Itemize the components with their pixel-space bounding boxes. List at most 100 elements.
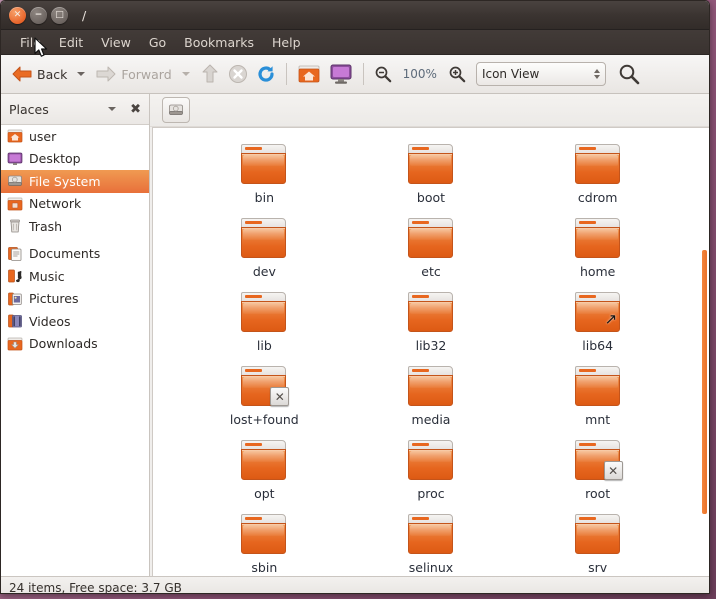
close-icon: ✕ — [13, 9, 22, 20]
path-button-root[interactable] — [162, 97, 190, 123]
downloads-icon — [7, 336, 23, 352]
file-item-label: home — [579, 264, 616, 279]
file-item[interactable]: home — [514, 212, 681, 279]
sidebar-item-documents[interactable]: Documents — [1, 243, 149, 266]
forward-button[interactable]: Forward — [91, 61, 175, 87]
zoom-in-button[interactable] — [444, 62, 470, 86]
file-item[interactable]: lib — [181, 286, 348, 353]
file-item[interactable]: dev — [181, 212, 348, 279]
file-item[interactable]: mnt — [514, 360, 681, 427]
status-text: 24 items, Free space: 3.7 GB — [9, 581, 182, 594]
title-bar: ✕ − □ / — [1, 1, 709, 30]
back-label: Back — [37, 66, 68, 82]
documents-icon — [7, 246, 23, 262]
trash-icon — [7, 218, 23, 234]
file-item-label: selinux — [408, 560, 454, 575]
home-button[interactable] — [293, 60, 325, 88]
sidebar-item-user[interactable]: user — [1, 125, 149, 148]
toolbar-separator-2 — [362, 63, 364, 85]
file-item-label: proc — [417, 486, 445, 501]
menu-file[interactable]: File — [11, 33, 50, 52]
unreadable-emblem-icon: ✕ — [603, 461, 623, 480]
computer-button[interactable] — [325, 60, 357, 88]
reload-icon — [258, 66, 274, 82]
stop-button[interactable] — [224, 61, 252, 87]
minimize-window-button[interactable]: − — [30, 6, 47, 24]
stop-icon — [228, 65, 247, 83]
file-item-label: boot — [416, 190, 446, 205]
file-item[interactable]: cdrom — [514, 138, 681, 205]
sidebar-item-label: Videos — [29, 313, 71, 329]
forward-label: Forward — [121, 66, 172, 82]
menu-go[interactable]: Go — [140, 33, 175, 52]
search-icon — [619, 64, 640, 85]
view-mode-label: Icon View — [481, 67, 540, 81]
sidebar-item-desktop[interactable]: Desktop — [1, 148, 149, 171]
back-button[interactable]: Back — [7, 61, 71, 87]
close-window-button[interactable]: ✕ — [9, 6, 26, 24]
sidebar-item-network[interactable]: Network — [1, 193, 149, 216]
sidebar-item-label: Downloads — [29, 336, 98, 352]
pictures-icon — [7, 291, 23, 307]
menu-help[interactable]: Help — [263, 33, 310, 52]
file-item[interactable]: boot — [348, 138, 515, 205]
places-title: Places — [9, 101, 49, 117]
folder-icon — [407, 216, 455, 261]
drive-harddisk-icon — [169, 104, 183, 115]
menu-edit[interactable]: Edit — [50, 33, 92, 52]
sidebar-item-music[interactable]: Music — [1, 265, 149, 288]
sidebar-item-pictures[interactable]: Pictures — [1, 288, 149, 311]
file-item[interactable]: proc — [348, 434, 515, 501]
sidebar-item-videos[interactable]: Videos — [1, 310, 149, 333]
file-item[interactable]: srv — [514, 508, 681, 575]
file-item[interactable]: opt — [181, 434, 348, 501]
folder-icon — [407, 142, 455, 187]
vertical-scrollbar[interactable] — [702, 250, 707, 514]
menu-view[interactable]: View — [92, 33, 140, 52]
sidebar-item-label: user — [29, 128, 57, 144]
search-button[interactable] — [614, 60, 644, 88]
close-sidebar-icon[interactable]: ✖ — [130, 103, 141, 116]
home-folder-icon — [7, 128, 23, 144]
reload-button[interactable] — [252, 61, 280, 87]
toolbar: Back Forward 100% Icon View — [1, 55, 709, 94]
file-item[interactable]: media — [348, 360, 515, 427]
sidebar-item-label: Desktop — [29, 151, 81, 167]
file-item[interactable]: bin — [181, 138, 348, 205]
file-item[interactable]: etc — [348, 212, 515, 279]
sidebar-item-label: Documents — [29, 246, 101, 262]
sidebar-item-file-system[interactable]: File System — [1, 170, 149, 193]
back-history-dropdown[interactable] — [77, 72, 86, 76]
file-item-label: sbin — [251, 560, 278, 575]
sidebar-item-downloads[interactable]: Downloads — [1, 333, 149, 356]
sidebar-item-label: Network — [29, 196, 82, 212]
sidebar-item-trash[interactable]: Trash — [1, 215, 149, 238]
file-item[interactable]: lib32 — [348, 286, 515, 353]
file-item[interactable]: ✕ root — [514, 434, 681, 501]
menu-bookmarks[interactable]: Bookmarks — [175, 33, 263, 52]
forward-history-dropdown[interactable] — [181, 72, 190, 76]
toolbar-separator-1 — [285, 63, 287, 85]
folder-icon — [407, 512, 455, 557]
folder-icon — [574, 216, 622, 261]
folder-icon — [240, 512, 288, 557]
back-arrow-icon — [12, 66, 32, 82]
file-item[interactable]: ✕ lost+found — [181, 360, 348, 427]
path-bar — [150, 94, 709, 127]
zoom-out-button[interactable] — [370, 62, 396, 86]
icon-view[interactable]: bin boot cdrom dev etc home lib lib32 ↗ lib64 ✕ los… — [152, 127, 709, 576]
chevron-down-icon[interactable] — [108, 107, 117, 111]
file-manager-window: ✕ − □ / File Edit View Go Bookmarks Help… — [0, 0, 710, 594]
folder-icon — [407, 438, 455, 483]
view-mode-select[interactable]: Icon View — [475, 62, 606, 86]
desktop-icon — [7, 151, 23, 167]
menu-bar: File Edit View Go Bookmarks Help — [1, 30, 709, 55]
folder-icon — [574, 364, 622, 409]
file-item[interactable]: selinux — [348, 508, 515, 575]
folder-icon — [240, 290, 288, 335]
drive-harddisk-icon — [7, 173, 23, 189]
up-button[interactable] — [196, 60, 224, 88]
maximize-window-button[interactable]: □ — [51, 6, 68, 24]
file-item[interactable]: ↗ lib64 — [514, 286, 681, 353]
file-item[interactable]: sbin — [181, 508, 348, 575]
